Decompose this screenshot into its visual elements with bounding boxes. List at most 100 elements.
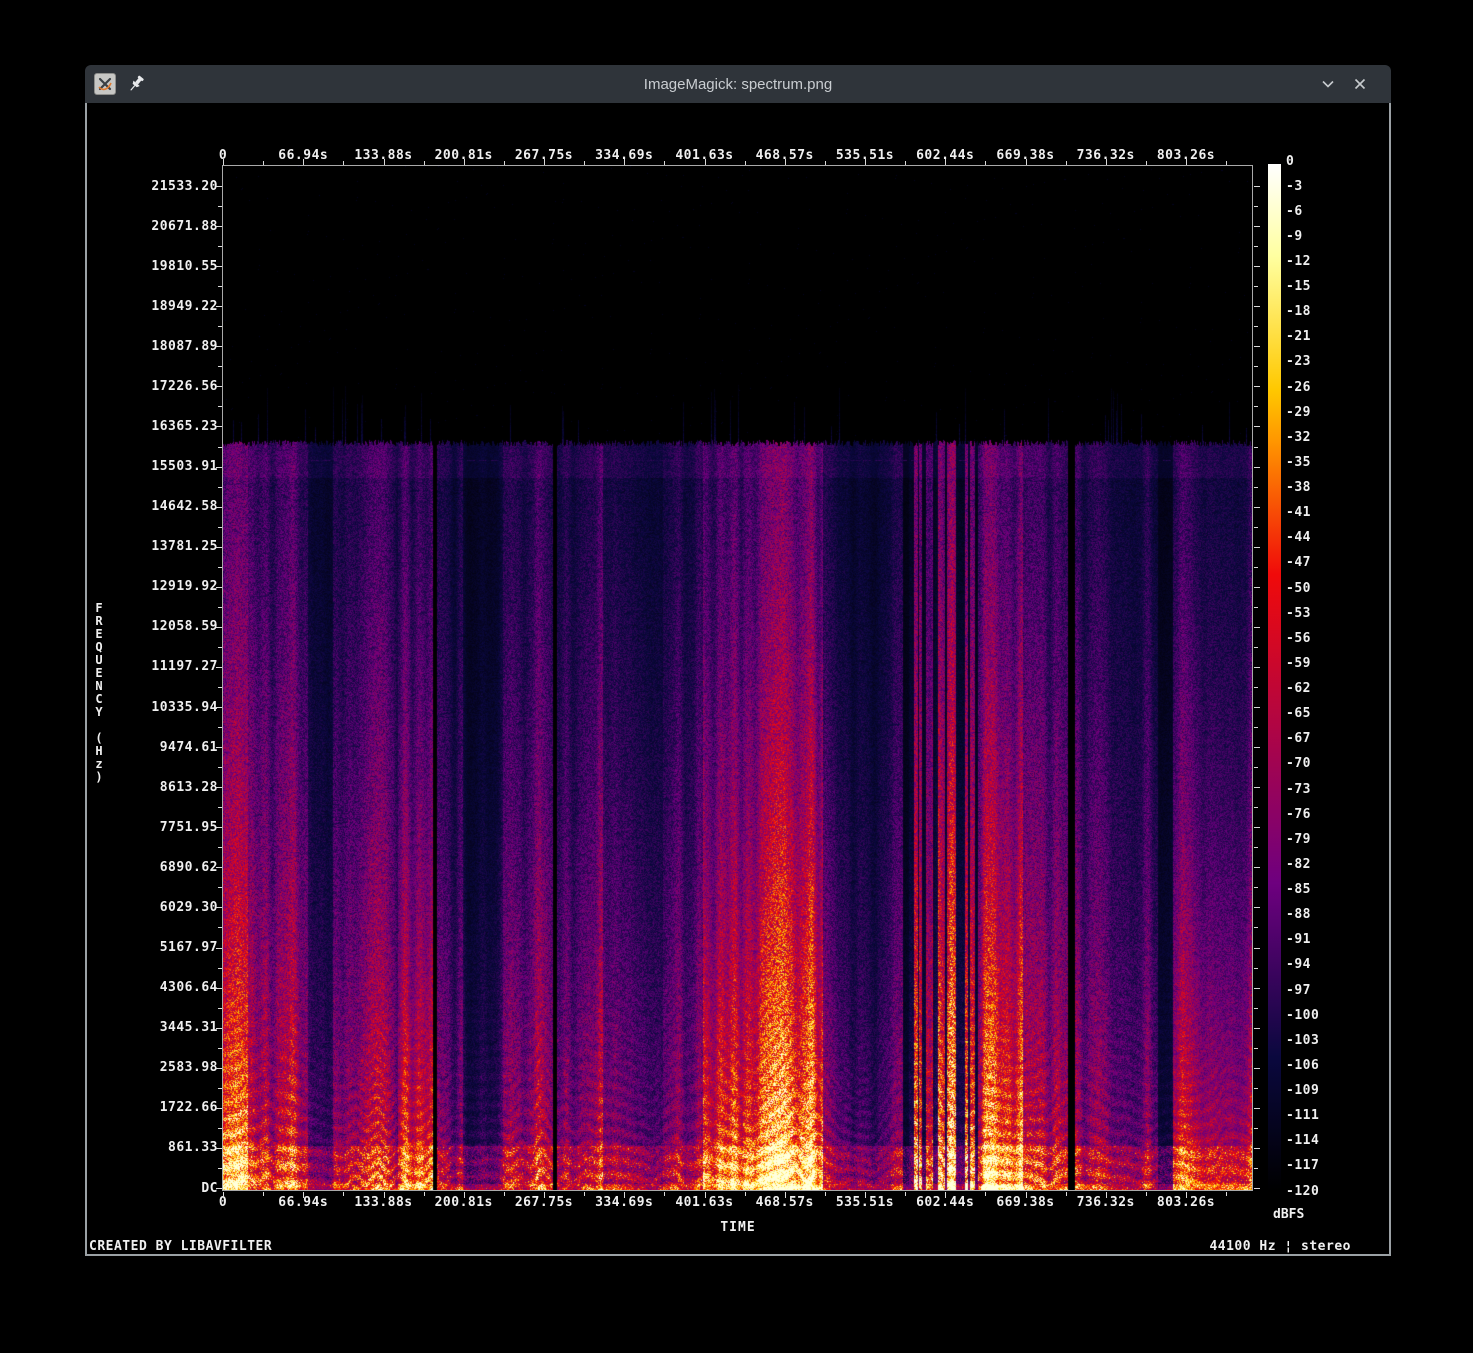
freq-tick-mark: [216, 587, 222, 588]
time-tick-mark: [1106, 1192, 1107, 1198]
freq-tick-mark: [216, 1148, 222, 1149]
freq-tick-mark: [218, 447, 222, 448]
time-tick-mark: [544, 1192, 545, 1198]
time-tick-mark: [1106, 159, 1107, 165]
freq-tick-mark: [1254, 747, 1260, 748]
db-tick-label: -56: [1286, 631, 1356, 646]
time-tick-mark: [544, 159, 545, 165]
freq-tick-mark: [216, 386, 222, 387]
time-tick-mark: [1226, 161, 1227, 165]
db-tick-label: -76: [1286, 807, 1356, 822]
imagemagick-app-icon: [94, 73, 116, 95]
freq-tick-mark: [216, 667, 222, 668]
time-tick-mark: [745, 161, 746, 165]
freq-tick-mark: [1254, 807, 1258, 808]
freq-tick-label: 18087.89: [117, 339, 218, 354]
freq-tick-mark: [218, 286, 222, 287]
freq-tick-mark: [216, 467, 222, 468]
window-titlebar[interactable]: ImageMagick: spectrum.png: [85, 65, 1391, 103]
colorbar-unit-label: dBFS: [1273, 1207, 1304, 1222]
freq-tick-mark: [1254, 386, 1260, 387]
freq-tick-label: DC: [117, 1181, 218, 1196]
db-tick-label: -12: [1286, 254, 1356, 269]
colorbar-gradient: [1268, 164, 1281, 1191]
freq-tick-mark: [1254, 226, 1260, 227]
db-tick-label: -44: [1286, 530, 1356, 545]
freq-tick-mark: [1254, 1088, 1258, 1089]
pin-icon[interactable]: [125, 73, 147, 95]
spectrogram-image[interactable]: FREQUENCY (Hz) TIME dBFS CREATED BY LIBA…: [87, 103, 1389, 1254]
freq-tick-mark: [1254, 306, 1260, 307]
freq-tick-mark: [218, 326, 222, 327]
time-tick-mark: [865, 1192, 866, 1198]
shade-button[interactable]: [1319, 75, 1337, 93]
time-tick-mark: [825, 1192, 826, 1196]
db-tick-label: -70: [1286, 756, 1356, 771]
freq-tick-mark: [1254, 547, 1260, 548]
db-tick-label: -62: [1286, 681, 1356, 696]
freq-tick-mark: [1254, 467, 1260, 468]
freq-tick-label: 13781.25: [117, 539, 218, 554]
frequency-axis-title: FREQUENCY (Hz): [92, 601, 106, 783]
time-tick-mark: [664, 161, 665, 165]
time-tick-mark: [1226, 1192, 1227, 1196]
time-tick-mark: [1066, 161, 1067, 165]
time-tick-mark: [825, 161, 826, 165]
freq-tick-mark: [1254, 1028, 1260, 1029]
db-tick-label: -97: [1286, 983, 1356, 998]
freq-tick-mark: [1254, 447, 1258, 448]
freq-tick-mark: [216, 948, 222, 949]
freq-tick-mark: [1254, 366, 1258, 367]
freq-tick-mark: [1254, 988, 1260, 989]
db-tick-label: -73: [1286, 782, 1356, 797]
freq-tick-mark: [218, 727, 222, 728]
freq-tick-mark: [218, 406, 222, 407]
db-tick-label: -15: [1286, 279, 1356, 294]
time-tick-mark: [865, 159, 866, 165]
db-tick-label: -9: [1286, 229, 1356, 244]
freq-tick-mark: [216, 1028, 222, 1029]
time-tick-mark: [1026, 159, 1027, 165]
db-tick-label: 0: [1286, 154, 1356, 169]
freq-tick-mark: [216, 226, 222, 227]
db-tick-label: -106: [1286, 1058, 1356, 1073]
freq-tick-mark: [1254, 867, 1260, 868]
freq-tick-mark: [216, 547, 222, 548]
time-tick-mark: [1146, 161, 1147, 165]
db-tick-label: -79: [1286, 832, 1356, 847]
db-tick-label: -41: [1286, 505, 1356, 520]
freq-tick-mark: [218, 1168, 222, 1169]
freq-tick-label: 861.33: [117, 1140, 218, 1155]
time-tick-mark: [705, 1192, 706, 1198]
freq-tick-mark: [216, 1188, 222, 1189]
freq-tick-mark: [218, 927, 222, 928]
db-tick-label: -26: [1286, 380, 1356, 395]
freq-tick-label: 16365.23: [117, 419, 218, 434]
freq-tick-mark: [1254, 827, 1260, 828]
freq-tick-label: 12919.92: [117, 579, 218, 594]
freq-tick-mark: [218, 807, 222, 808]
freq-tick-label: 10335.94: [117, 700, 218, 715]
freq-tick-mark: [1254, 1048, 1258, 1049]
freq-tick-mark: [218, 767, 222, 768]
imagemagick-window: ImageMagick: spectrum.png FREQUENCY (Hz)…: [85, 65, 1391, 1256]
freq-tick-mark: [1254, 687, 1258, 688]
freq-tick-mark: [1254, 968, 1258, 969]
freq-tick-mark: [218, 647, 222, 648]
freq-tick-mark: [1254, 286, 1258, 287]
db-tick-label: -29: [1286, 405, 1356, 420]
freq-tick-mark: [216, 1108, 222, 1109]
db-tick-label: -6: [1286, 204, 1356, 219]
time-tick-mark: [1186, 159, 1187, 165]
time-tick-mark: [464, 159, 465, 165]
close-button[interactable]: [1351, 75, 1369, 93]
time-tick-mark: [384, 1192, 385, 1198]
freq-tick-mark: [1254, 507, 1260, 508]
time-tick-mark: [1186, 1192, 1187, 1198]
freq-tick-mark: [216, 867, 222, 868]
freq-tick-mark: [216, 346, 222, 347]
freq-tick-mark: [218, 1128, 222, 1129]
freq-tick-mark: [1254, 1108, 1260, 1109]
time-tick-mark: [343, 1192, 344, 1196]
freq-tick-mark: [1254, 186, 1260, 187]
